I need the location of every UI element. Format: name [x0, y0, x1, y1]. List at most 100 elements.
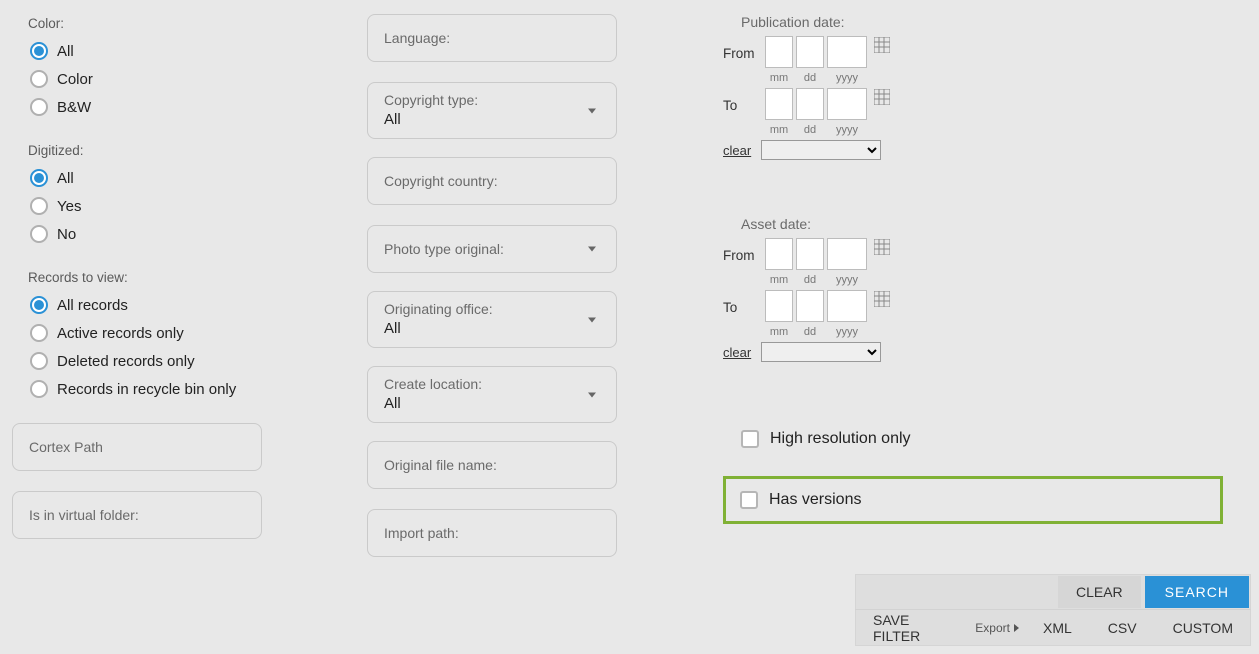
hires-checkbox-row[interactable]: High resolution only [741, 430, 1223, 448]
calendar-icon[interactable] [874, 89, 890, 105]
section-title: Asset date: [741, 216, 1223, 232]
original-filename-input[interactable]: Original file name: [367, 441, 617, 489]
cortex-path-input[interactable]: Cortex Path [12, 423, 262, 471]
radio-icon [30, 98, 48, 116]
records-option-deleted[interactable]: Deleted records only [24, 347, 354, 375]
checkbox-icon[interactable] [740, 491, 758, 509]
calendar-icon[interactable] [874, 37, 890, 53]
field-value: All [384, 320, 600, 337]
clear-button[interactable]: CLEAR [1058, 576, 1141, 608]
radio-label: All records [57, 297, 128, 314]
field-label: Originating office: [384, 301, 600, 317]
export-csv-button[interactable]: CSV [1090, 612, 1155, 644]
field-label: Import path: [384, 525, 459, 541]
search-button[interactable]: SEARCH [1145, 576, 1249, 608]
pub-date-clear-link[interactable]: clear [723, 143, 751, 158]
radio-icon [30, 296, 48, 314]
pub-from-dd-input[interactable] [796, 36, 824, 68]
section-title: Publication date: [741, 14, 1223, 30]
hint: yyyy [836, 124, 858, 136]
radio-label: Color [57, 71, 93, 88]
field-label: Create location: [384, 376, 600, 392]
hint: dd [804, 326, 816, 338]
chevron-down-icon [588, 392, 596, 397]
asset-date-section: Asset date: From mm dd yyyy To mm dd yyy… [723, 216, 1223, 362]
hint: mm [770, 72, 788, 84]
field-label: Is in virtual folder: [29, 507, 139, 523]
calendar-icon[interactable] [874, 239, 890, 255]
hint: yyyy [836, 274, 858, 286]
has-versions-highlight: Has versions [723, 476, 1223, 524]
pub-to-mm-input[interactable] [765, 88, 793, 120]
color-radiogroup: Color: All Color B&W [24, 14, 354, 121]
records-label: Records to view: [28, 270, 354, 285]
field-label: Language: [384, 30, 450, 46]
asset-to-mm-input[interactable] [765, 290, 793, 322]
pub-from-yyyy-input[interactable] [827, 36, 867, 68]
hint: dd [804, 274, 816, 286]
asset-from-mm-input[interactable] [765, 238, 793, 270]
color-option-bw[interactable]: B&W [24, 93, 354, 121]
checkbox-icon [741, 430, 759, 448]
radio-label: Yes [57, 198, 81, 215]
field-label: Copyright country: [384, 173, 498, 189]
radio-icon [30, 225, 48, 243]
checkbox-label: Has versions [769, 491, 861, 509]
pub-to-dd-input[interactable] [796, 88, 824, 120]
digitized-radiogroup: Digitized: All Yes No [24, 141, 354, 248]
to-label: To [723, 88, 765, 113]
color-option-all[interactable]: All [24, 37, 354, 65]
asset-to-yyyy-input[interactable] [827, 290, 867, 322]
field-label: Photo type original: [384, 241, 504, 257]
radio-label: B&W [57, 99, 91, 116]
pub-from-mm-input[interactable] [765, 36, 793, 68]
action-bar: CLEAR SEARCH SAVE FILTER Export XML CSV … [855, 574, 1251, 646]
asset-date-preset-select[interactable] [761, 342, 881, 362]
export-text: Export [975, 621, 1010, 635]
from-label: From [723, 238, 765, 263]
save-filter-button[interactable]: SAVE FILTER [855, 612, 969, 644]
create-location-select[interactable]: Create location: All [367, 366, 617, 423]
records-option-recycle[interactable]: Records in recycle bin only [24, 375, 354, 403]
records-option-all[interactable]: All records [24, 291, 354, 319]
radio-label: Records in recycle bin only [57, 381, 236, 398]
radio-icon [30, 169, 48, 187]
records-option-active[interactable]: Active records only [24, 319, 354, 347]
copyright-type-select[interactable]: Copyright type: All [367, 82, 617, 139]
digitized-option-yes[interactable]: Yes [24, 192, 354, 220]
export-label: Export [969, 621, 1025, 635]
language-input[interactable]: Language: [367, 14, 617, 62]
digitized-option-no[interactable]: No [24, 220, 354, 248]
pub-to-yyyy-input[interactable] [827, 88, 867, 120]
copyright-country-input[interactable]: Copyright country: [367, 157, 617, 205]
import-path-input[interactable]: Import path: [367, 509, 617, 557]
color-option-color[interactable]: Color [24, 65, 354, 93]
chevron-down-icon [588, 247, 596, 252]
radio-label: Active records only [57, 325, 184, 342]
hint: dd [804, 124, 816, 136]
publication-date-section: Publication date: From mm dd yyyy To mm … [723, 14, 1223, 160]
calendar-icon[interactable] [874, 291, 890, 307]
export-custom-button[interactable]: CUSTOM [1155, 612, 1251, 644]
field-label: Copyright type: [384, 92, 600, 108]
asset-to-dd-input[interactable] [796, 290, 824, 322]
export-xml-button[interactable]: XML [1025, 612, 1090, 644]
photo-type-select[interactable]: Photo type original: [367, 225, 617, 273]
hint: yyyy [836, 72, 858, 84]
digitized-option-all[interactable]: All [24, 164, 354, 192]
asset-from-dd-input[interactable] [796, 238, 824, 270]
virtual-folder-input[interactable]: Is in virtual folder: [12, 491, 262, 539]
pub-date-preset-select[interactable] [761, 140, 881, 160]
radio-icon [30, 197, 48, 215]
hint: mm [770, 124, 788, 136]
chevron-down-icon [588, 108, 596, 113]
originating-office-select[interactable]: Originating office: All [367, 291, 617, 348]
asset-date-clear-link[interactable]: clear [723, 345, 751, 360]
radio-icon [30, 352, 48, 370]
radio-icon [30, 380, 48, 398]
hint: mm [770, 326, 788, 338]
asset-from-yyyy-input[interactable] [827, 238, 867, 270]
records-radiogroup: Records to view: All records Active reco… [24, 268, 354, 403]
chevron-down-icon [588, 317, 596, 322]
hint: yyyy [836, 326, 858, 338]
